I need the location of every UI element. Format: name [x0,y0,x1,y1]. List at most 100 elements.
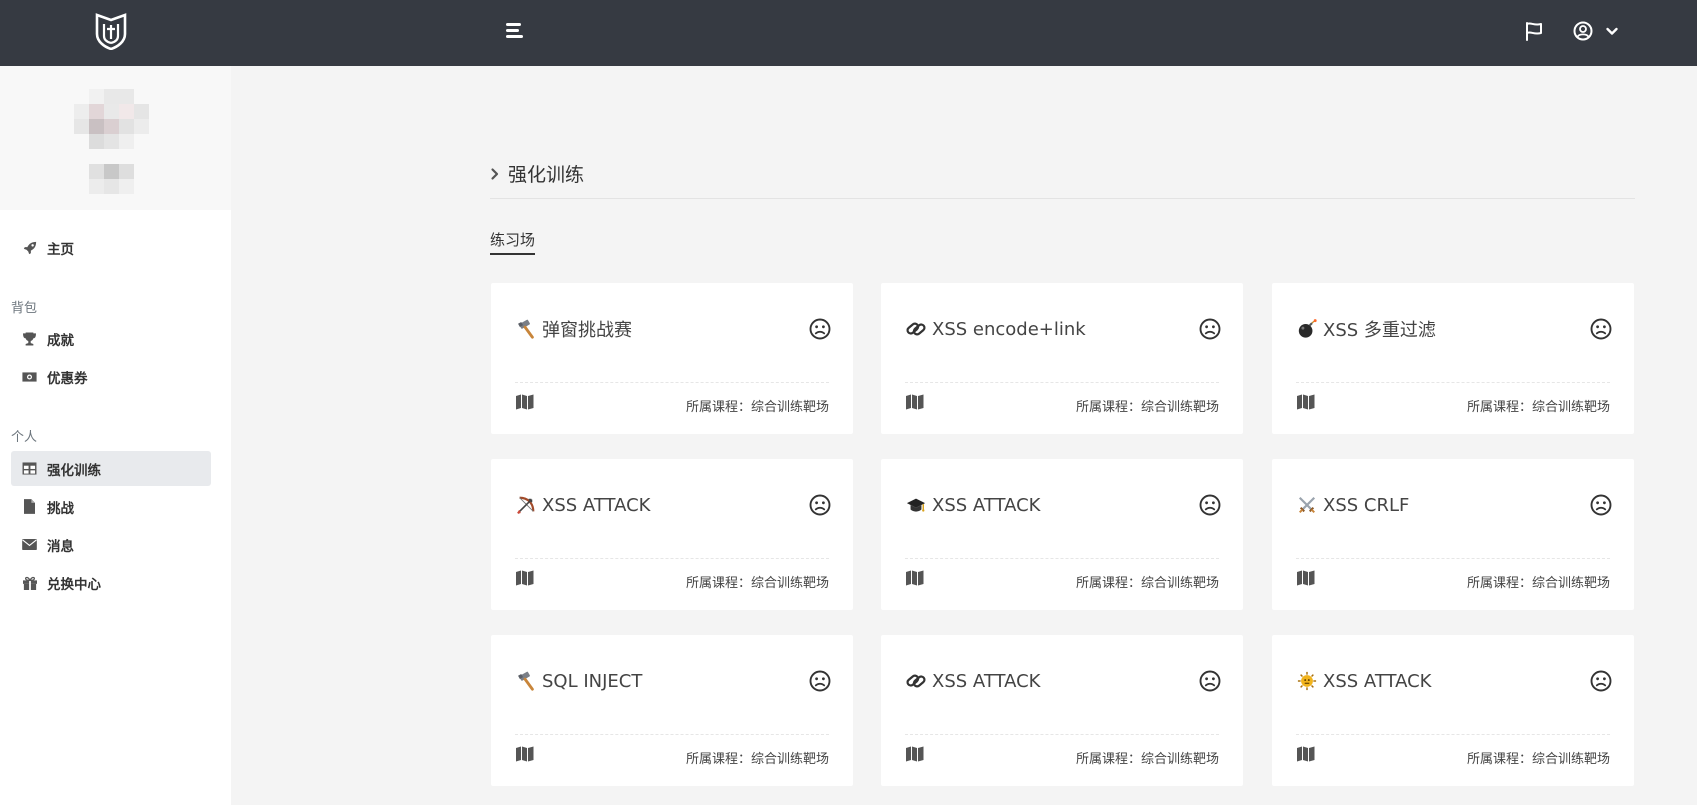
card-header: XSS ATTACK [905,667,1221,695]
tab-practice[interactable]: 练习场 [490,229,536,255]
breadcrumb: 强化训练 [490,160,584,187]
card-course: 所属课程：综合训练靶场 [1466,752,1610,767]
card-divider [905,558,1219,559]
sidebar-item-exchange[interactable]: 兑换中心 [11,565,211,600]
sidebar-item-label: 成就 [47,332,74,349]
shield-logo-icon[interactable] [93,12,129,50]
user-menu-button[interactable] [1572,20,1622,42]
hamburger-icon[interactable] [505,22,525,40]
challenge-card[interactable]: XSS ATTACK 所属课程：综合训练靶场 [881,459,1243,610]
card-title: SQL INJECT [542,670,643,692]
sidebar-item-challenge[interactable]: 挑战 [11,489,211,524]
card-header: XSS encode+link [905,315,1221,343]
card-divider [905,382,1219,383]
sad-face-icon [1199,670,1221,692]
sidebar-item-label: 挑战 [47,500,74,517]
sad-face-icon [809,318,831,340]
link-chain-icon [905,670,927,692]
page-title: 强化训练 [508,164,585,186]
sad-face-icon [1590,670,1612,692]
challenge-card[interactable]: SQL INJECT 所属课程：综合训练靶场 [491,635,853,786]
flag-icon[interactable] [1523,20,1545,42]
card-course: 所属课程：综合训练靶场 [1466,400,1610,415]
file-icon [22,499,37,514]
map-icon [905,394,925,410]
sidebar-item-label: 消息 [47,538,74,555]
envelope-icon [22,537,37,552]
sidebar-item-label: 兑换中心 [47,576,101,593]
challenge-card[interactable]: XSS ATTACK 所属课程：综合训练靶场 [491,459,853,610]
card-title: XSS 多重过滤 [1323,320,1436,341]
section-label-bag: 背包 [11,301,38,316]
sidebar-item-coupons[interactable]: 优惠券 [11,359,211,394]
card-title: XSS ATTACK [932,494,1041,516]
sidebar-item-training[interactable]: 强化训练 [11,451,211,486]
rocket-icon [22,240,37,255]
card-divider [1296,734,1610,735]
graduation-cap-icon [905,494,927,516]
hammer-icon [515,670,537,692]
card-course: 所属课程：综合训练靶场 [685,400,829,415]
sidebar-item-label: 主页 [47,241,74,258]
top-navbar [0,0,1697,66]
card-divider [1296,558,1610,559]
map-icon [905,746,925,762]
crossed-swords-icon [1296,494,1318,516]
card-header: XSS ATTACK [905,491,1221,519]
hammer-icon [515,318,537,340]
gift-icon [22,575,37,590]
card-course: 所属课程：综合训练靶场 [685,752,829,767]
sidebar-item-label: 优惠券 [47,370,88,387]
sidebar-item-achievements[interactable]: 成就 [11,321,211,356]
chevron-down-icon [1606,27,1618,35]
link-chain-icon [905,318,927,340]
card-course: 所属课程：综合训练靶场 [1075,400,1219,415]
profile-panel [0,66,231,210]
bow-arrow-icon [515,494,537,516]
challenge-card[interactable]: XSS CRLF 所属课程：综合训练靶场 [1272,459,1634,610]
card-title: XSS ATTACK [1323,670,1432,692]
card-divider [905,734,1219,735]
map-icon [1296,394,1316,410]
challenge-card[interactable]: 弹窗挑战赛所属课程：综合训练靶场 [491,283,853,434]
bomb-icon [1296,318,1318,340]
card-divider [1296,382,1610,383]
card-course: 所属课程：综合训练靶场 [1075,752,1219,767]
card-header: 弹窗挑战赛 [515,315,831,343]
map-icon [905,570,925,586]
sad-face-icon [1590,318,1612,340]
card-header: XSS CRLF [1296,491,1612,519]
challenge-card[interactable]: XSS ATTACK 所属课程：综合训练靶场 [1272,635,1634,786]
sad-face-icon [1199,494,1221,516]
card-course: 所属课程：综合训练靶场 [685,576,829,591]
card-title: XSS ATTACK [932,670,1041,692]
card-divider [515,558,829,559]
money-bill-icon [22,369,37,384]
card-header: XSS ATTACK [515,491,831,519]
sidebar-item-messages[interactable]: 消息 [11,527,211,562]
chevron-right-icon [491,167,499,180]
user-circle-icon [1573,21,1593,41]
sidebar-item-label: 强化训练 [47,462,101,479]
card-course: 所属课程：综合训练靶场 [1075,576,1219,591]
card-title: XSS encode+link [932,318,1086,340]
section-label-personal: 个人 [11,430,38,445]
challenge-card[interactable]: XSS 多重过滤所属课程：综合训练靶场 [1272,283,1634,434]
sidebar-item-home[interactable]: 主页 [11,230,211,265]
card-course: 所属课程：综合训练靶场 [1466,576,1610,591]
avatar[interactable] [74,89,150,165]
sidebar: 主页 背包 成就 优惠券 个人 强化训练 挑战 消息 兑换中心 [0,66,231,805]
sad-face-icon [809,494,831,516]
map-icon [515,570,535,586]
card-title: XSS ATTACK [542,494,651,516]
username-redacted [89,164,135,194]
card-header: XSS 多重过滤 [1296,315,1612,343]
challenge-card[interactable]: XSS encode+link 所属课程：综合训练靶场 [881,283,1243,434]
card-title: 弹窗挑战赛 [542,320,632,341]
sad-face-icon [1590,494,1612,516]
bug-icon [1296,670,1318,692]
map-icon [515,394,535,410]
map-icon [1296,746,1316,762]
challenge-card[interactable]: XSS ATTACK 所属课程：综合训练靶场 [881,635,1243,786]
trophy-icon [22,331,37,346]
